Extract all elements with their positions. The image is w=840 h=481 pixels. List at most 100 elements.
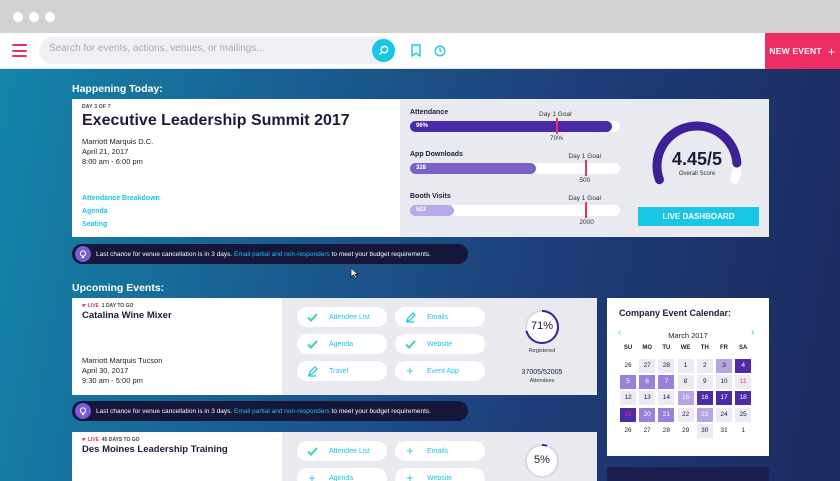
- event-title[interactable]: Des Moines Leadership Training: [82, 444, 228, 455]
- calendar-day[interactable]: 3: [716, 359, 732, 373]
- action-label: Emails: [427, 447, 449, 455]
- registered-label: Registered: [528, 348, 556, 354]
- event-venue: Marriott Marquis Tucson: [82, 356, 163, 365]
- action-pill-emails[interactable]: Emails: [395, 307, 485, 327]
- calendar-weekday: SU: [623, 345, 633, 351]
- calendar-day[interactable]: 25: [735, 407, 752, 422]
- today-event-card: DAY 3 OF 7 Executive Leadership Summit 2…: [72, 99, 769, 237]
- window-dot[interactable]: [45, 12, 55, 22]
- check-icon: [305, 310, 319, 324]
- metric-bar-fill: 96%: [410, 121, 612, 132]
- calendar-day[interactable]: 20: [639, 407, 656, 422]
- action-pill-emails[interactable]: + Emails: [395, 441, 485, 461]
- clock-icon[interactable]: [434, 45, 446, 57]
- action-label: Attendee List: [329, 447, 370, 455]
- calendar-day[interactable]: 17: [716, 391, 732, 406]
- action-pill-attendee-list[interactable]: Attendee List: [297, 441, 387, 461]
- email-non-responders-link[interactable]: Email partial and non-responders: [234, 251, 330, 258]
- calendar-title: Company Event Calendar:: [619, 308, 732, 318]
- action-pill-attendee-list[interactable]: Attendee List: [297, 307, 387, 327]
- top-bar: NEW EVENT +: [0, 33, 840, 69]
- calendar-day[interactable]: 15: [677, 391, 694, 406]
- live-dashboard-button[interactable]: LIVE DASHBOARD: [638, 207, 759, 226]
- notice-text: Last chance for venue cancellation is in…: [96, 250, 233, 258]
- calendar-day[interactable]: 1: [735, 424, 751, 438]
- metric-label: App Downloads: [410, 151, 463, 158]
- calendar-day[interactable]: 31: [716, 424, 732, 438]
- venue-notice: Last chance for venue cancellation is in…: [72, 401, 468, 421]
- calendar-day[interactable]: 7: [658, 375, 675, 390]
- live-label: LIVE: [87, 437, 99, 443]
- search-input[interactable]: [49, 43, 349, 54]
- goal-marker: [585, 202, 588, 218]
- calendar-day[interactable]: 30: [696, 423, 713, 438]
- agenda-link[interactable]: Agenda: [82, 205, 160, 218]
- calendar-day[interactable]: 18: [735, 391, 752, 406]
- event-calendar-card: Company Event Calendar: ‹ March 2017 › S…: [607, 298, 769, 456]
- calendar-day[interactable]: 4: [735, 359, 752, 373]
- calendar-day[interactable]: 2: [696, 359, 713, 373]
- action-pill-website[interactable]: + Website: [395, 468, 485, 481]
- event-venue: Marriott Marquis D.C.: [82, 137, 154, 146]
- calendar-day[interactable]: 21: [658, 407, 675, 422]
- calendar-weekday: FR: [720, 345, 728, 351]
- action-pill-event-app[interactable]: + Event App: [395, 361, 485, 381]
- window-dot[interactable]: [29, 12, 39, 22]
- hamburger-menu-icon[interactable]: [12, 44, 27, 57]
- bookmark-icon[interactable]: [411, 44, 421, 57]
- countdown: 1 DAY TO GO: [101, 303, 134, 309]
- event-title[interactable]: Catalina Wine Mixer: [82, 310, 172, 321]
- calendar-day[interactable]: 23: [696, 407, 713, 422]
- window-dot[interactable]: [13, 12, 23, 22]
- calendar-day[interactable]: 27: [639, 424, 655, 438]
- action-pill-agenda[interactable]: Agenda: [297, 334, 387, 354]
- event-title[interactable]: Executive Leadership Summit 2017: [82, 112, 350, 130]
- goal-value: 2000: [579, 219, 594, 226]
- calendar-day[interactable]: 16: [696, 391, 713, 406]
- calendar-day[interactable]: 24: [716, 407, 732, 422]
- calendar-day[interactable]: 27: [639, 359, 656, 373]
- seating-link[interactable]: Seating: [82, 218, 160, 231]
- new-event-button[interactable]: NEW EVENT +: [765, 33, 840, 69]
- plus-icon: +: [406, 364, 414, 378]
- action-label: Emails: [427, 313, 449, 321]
- calendar-day[interactable]: 11: [735, 375, 752, 390]
- calendar-day[interactable]: 28: [658, 359, 675, 373]
- calendar-day[interactable]: 1: [677, 359, 694, 373]
- calendar-day[interactable]: 28: [658, 424, 674, 438]
- calendar-day[interactable]: 9: [696, 375, 713, 390]
- goal-label: Day 1 Goal: [539, 111, 572, 118]
- next-month-icon[interactable]: ›: [751, 327, 754, 338]
- calendar-day[interactable]: 29: [678, 424, 694, 438]
- calendar-day[interactable]: 26: [620, 424, 636, 438]
- happening-today-title: Happening Today:: [72, 83, 163, 95]
- email-non-responders-link[interactable]: Email partial and non-responders: [234, 408, 330, 415]
- calendar-day[interactable]: 26: [620, 359, 636, 373]
- calendar-day[interactable]: 13: [639, 391, 656, 406]
- countdown: 45 DAYS TO GO: [101, 437, 140, 443]
- calendar-day[interactable]: 22: [677, 407, 694, 422]
- attendance-breakdown-link[interactable]: Attendance Breakdown: [82, 192, 160, 205]
- metric-bar-track: 96%: [410, 121, 620, 132]
- calendar-day[interactable]: 19: [620, 407, 636, 422]
- calendar-day[interactable]: 6: [639, 375, 656, 390]
- action-pill-website[interactable]: Website: [395, 334, 485, 354]
- event-date: April 21, 2017: [82, 147, 129, 156]
- action-pill-travel[interactable]: Travel: [297, 361, 387, 381]
- metric-label: Booth Visits: [410, 193, 451, 200]
- calendar-weekday: TH: [700, 345, 709, 351]
- plus-icon: +: [406, 444, 414, 458]
- calendar-day[interactable]: 10: [716, 375, 732, 390]
- calendar-day[interactable]: 8: [677, 375, 694, 390]
- calendar-day[interactable]: 12: [620, 391, 636, 406]
- action-pill-agenda[interactable]: + Agenda: [297, 468, 387, 481]
- calendar-day[interactable]: 5: [620, 375, 636, 390]
- metrics-panel: Attendance Day 1 Goal 96% 70% App Downloads D…: [400, 99, 769, 237]
- action-label: Travel: [329, 367, 349, 375]
- score-label: Overall Score: [678, 171, 716, 177]
- event-date: April 30, 2017: [82, 366, 129, 375]
- cursor-icon: [350, 267, 360, 279]
- search-button[interactable]: [372, 39, 395, 62]
- calendar-day[interactable]: 14: [658, 391, 675, 406]
- lightbulb-icon: [75, 403, 91, 419]
